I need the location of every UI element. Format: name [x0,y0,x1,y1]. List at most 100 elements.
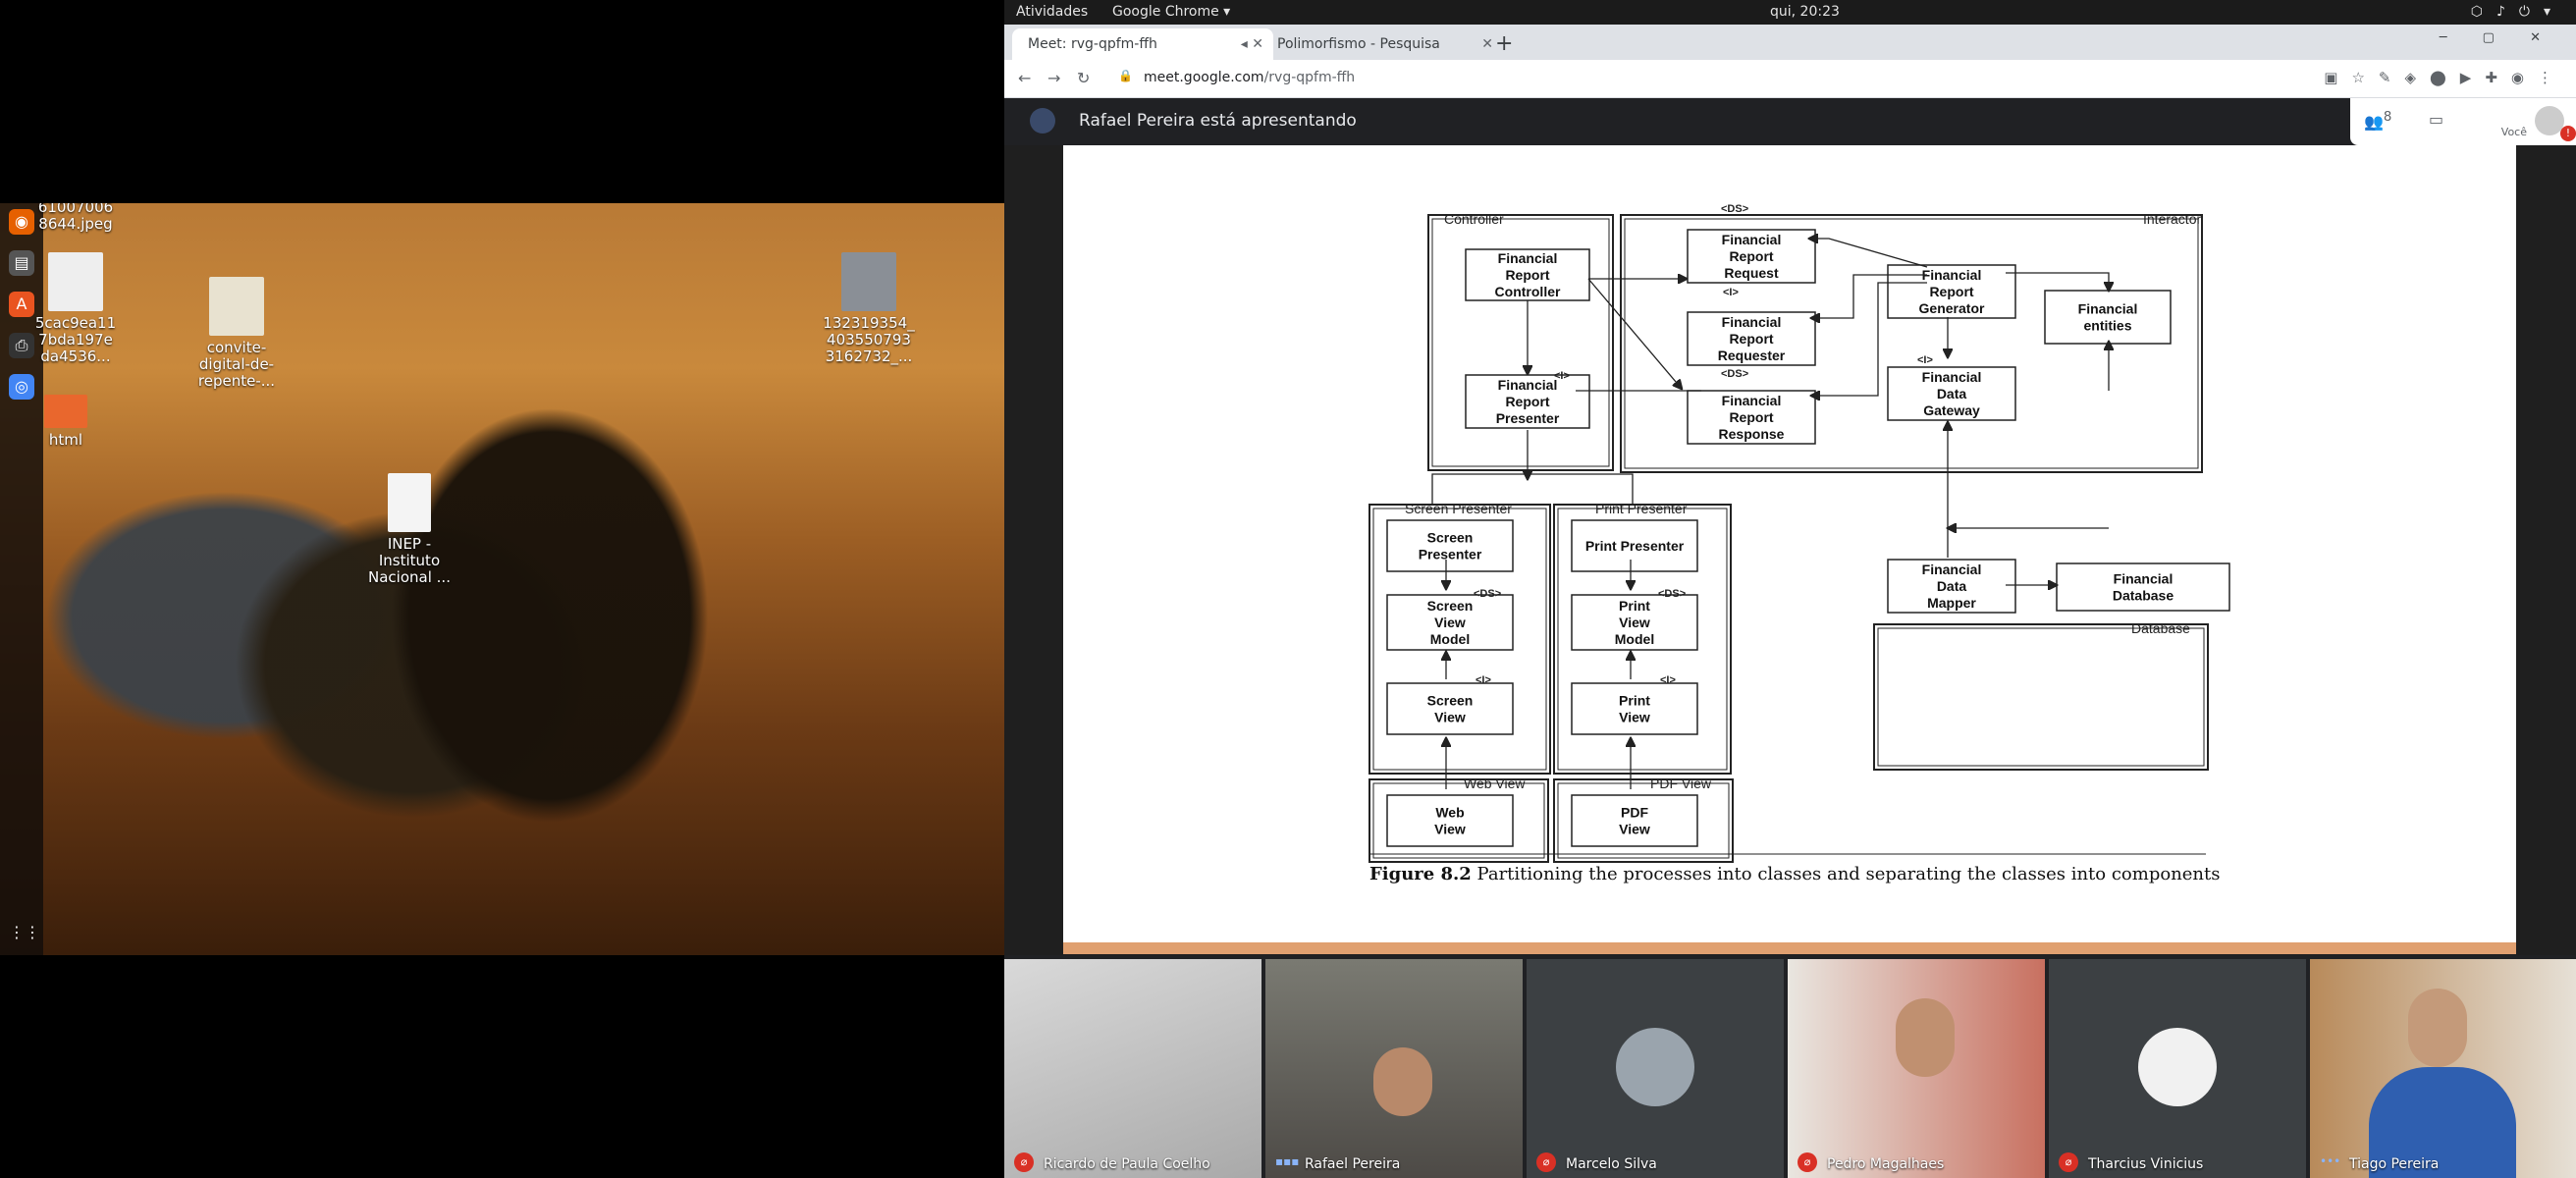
speaking-indicator-icon: ▪▪▪ [1275,1154,1300,1168]
extension-icons[interactable]: ▣☆✎◈⬤▶✚◉⋮ [2324,69,2566,86]
image-thumbnail-icon [841,252,896,311]
interface-stereotype: <I> [1660,674,1676,686]
document-thumbnail-icon [209,277,264,336]
ds-stereotype: <DS> [1721,203,1748,215]
url-host: meet.google.com [1144,70,1264,85]
file-label: INEP - Instituto Nacional ... [368,535,451,586]
person-face [1373,1047,1432,1116]
forward-icon[interactable]: → [1047,69,1060,87]
address-bar[interactable]: 🔒 meet.google.com/rvg-qpfm-ffh [1112,66,2349,91]
image-thumbnail-icon [48,252,103,311]
node-label-pvm: Print View Model [1615,598,1654,647]
window-controls[interactable]: ─ ▢ ✕ [2440,30,2556,45]
participant-name: Tharcius Vinicius [2088,1156,2204,1172]
participant-tile[interactable]: ⌀ Marcelo Silva [1527,959,1784,1178]
participant-name: Tiago Pereira [2349,1156,2440,1172]
apps-grid-icon[interactable]: ⋮⋮ [9,920,40,945]
close-icon[interactable]: ◂ ✕ [1241,28,1263,60]
slide-bottom-bar [1063,942,2516,954]
web-view-group-label: Web View [1464,776,1526,791]
alert-badge: ! [2560,126,2576,141]
desktop-file[interactable]: INEP - Instituto Nacional ... [355,473,463,586]
system-tray[interactable]: ⬡♪⏻▾ [2471,4,2564,20]
activities-button[interactable]: Atividades [1016,4,1088,20]
node-label-pp: Print Presenter [1585,538,1685,554]
participant-tile[interactable]: ••• Tiago Pereira [2310,959,2576,1178]
pdf-view-group-label: PDF View [1650,776,1712,791]
database-label: Database [2131,620,2190,636]
desktop-folder[interactable]: html [12,395,120,449]
file-label: 61007006 8644.jpeg [37,203,114,233]
participant-tile[interactable]: ⌀ Ricardo de Paula Coelho [1004,959,1261,1178]
participant-tile[interactable]: ▪▪▪ Rafael Pereira [1265,959,1523,1178]
folder-label: html [48,431,83,449]
desktop-file[interactable]: 132319354_ 403550793 3162732_... [815,252,923,365]
reload-icon[interactable]: ↻ [1077,69,1090,87]
power-icon: ⏻ [2518,4,2544,20]
interactor-label: Interactor [2143,211,2201,227]
caption-number: Figure 8.2 [1369,864,1472,884]
mic-off-icon: ⌀ [1798,1152,1817,1172]
close-icon[interactable]: ✕ [1481,28,1493,60]
controller-label: Controller [1444,211,1504,227]
print-presenter-group-label: Print Presenter [1595,501,1688,516]
avatar [1616,1028,1694,1106]
person-face [1896,998,1955,1077]
lock-icon[interactable]: 🔒 [1118,69,1133,82]
participant-strip: ⌀ Ricardo de Paula Coelho ▪▪▪ Rafael Per… [1004,955,2576,1178]
participant-name: Ricardo de Paula Coelho [1044,1156,1210,1172]
presenter-avatar [1030,108,1055,134]
url-path: /rvg-qpfm-ffh [1263,70,1356,85]
node-label-fe: Financial entities [2078,301,2138,334]
interface-stereotype: <I> [1476,674,1491,686]
figure-caption: Figure 8.2 Partitioning the processes in… [1369,864,2221,884]
ds-stereotype: <DS> [1658,588,1686,600]
participant-name: Pedro Magalhaes [1827,1156,1945,1172]
presenting-label: Rafael Pereira está apresentando [1079,111,1357,131]
chat-icon[interactable]: ▭ [2429,110,2443,129]
node-label-sp: Screen Presenter [1419,530,1482,562]
meet-panel-controls: 👥8 ▭ Você ! [2350,98,2576,145]
mic-off-icon: ⌀ [1014,1152,1034,1172]
new-tab-button[interactable]: + [1495,28,1513,60]
desktop-file[interactable]: 5cac9ea11 7bda197e da4536... [22,252,130,365]
chevron-down-icon: ▾ [2543,4,2564,20]
desktop-file[interactable]: 61007006 8644.jpeg [22,203,130,233]
tab-search[interactable]: Polimorfismo - Pesquisa ✕ [1261,28,1503,60]
file-label: 132319354_ 403550793 3162732_... [823,314,915,365]
pdf-document-icon [388,473,431,532]
participant-tile[interactable]: ⌀ Pedro Magalhaes [1788,959,2045,1178]
you-label: Você [2500,126,2527,138]
database-group [1873,623,2209,771]
clock[interactable]: qui, 20:23 [1770,4,1840,20]
participant-name: Marcelo Silva [1566,1156,1657,1172]
file-label: 5cac9ea11 7bda197e da4536... [34,314,117,365]
volume-icon: ♪ [2496,4,2519,20]
chrome-window: Meet: rvg-qpfm-ffh ◂ ✕ Polimorfismo - Pe… [1004,25,2576,955]
interface-stereotype: <I> [1554,370,1570,382]
app-menu-button[interactable]: Google Chrome ▾ [1112,4,1230,20]
person-face [2408,989,2467,1067]
node-label-fdb: Financial Database [2113,571,2174,604]
folder-icon [44,395,87,428]
node-label-pdfv: PDF View [1619,805,1650,837]
desktop-wallpaper: ◉ ▤ A ⎙ ◎ ⋮⋮ 61007006 8644.jpeg 5cac9ea1… [0,203,1004,955]
speaking-indicator-icon: ••• [2320,1154,2341,1168]
node-label-frreq: Financial Report Request [1722,232,1782,281]
mic-off-icon: ⌀ [1536,1152,1556,1172]
participant-tile[interactable]: ⌀ Tharcius Vinicius [2049,959,2306,1178]
tab-meet[interactable]: Meet: rvg-qpfm-ffh ◂ ✕ [1012,28,1273,60]
back-icon[interactable]: ← [1018,69,1031,87]
browser-toolbar: ← → ↻ 🔒 meet.google.com/rvg-qpfm-ffh ▣☆✎… [1004,60,2576,98]
file-label: convite- digital-de- repente-... [197,339,276,390]
ds-stereotype: <DS> [1721,368,1748,380]
participant-name: Rafael Pereira [1305,1156,1401,1172]
meet-header: Rafael Pereira está apresentando [1004,98,2576,145]
desktop-file[interactable]: convite- digital-de- repente-... [183,277,291,390]
people-icon[interactable]: 👥8 [2364,110,2391,131]
mic-off-icon: ⌀ [2059,1152,2078,1172]
screen-presenter-group-label: Screen Presenter [1405,501,1512,516]
interface-stereotype: <I> [1917,354,1933,366]
caption-text: Partitioning the processes into classes … [1476,864,2221,884]
node-label-wv: Web View [1434,805,1466,837]
